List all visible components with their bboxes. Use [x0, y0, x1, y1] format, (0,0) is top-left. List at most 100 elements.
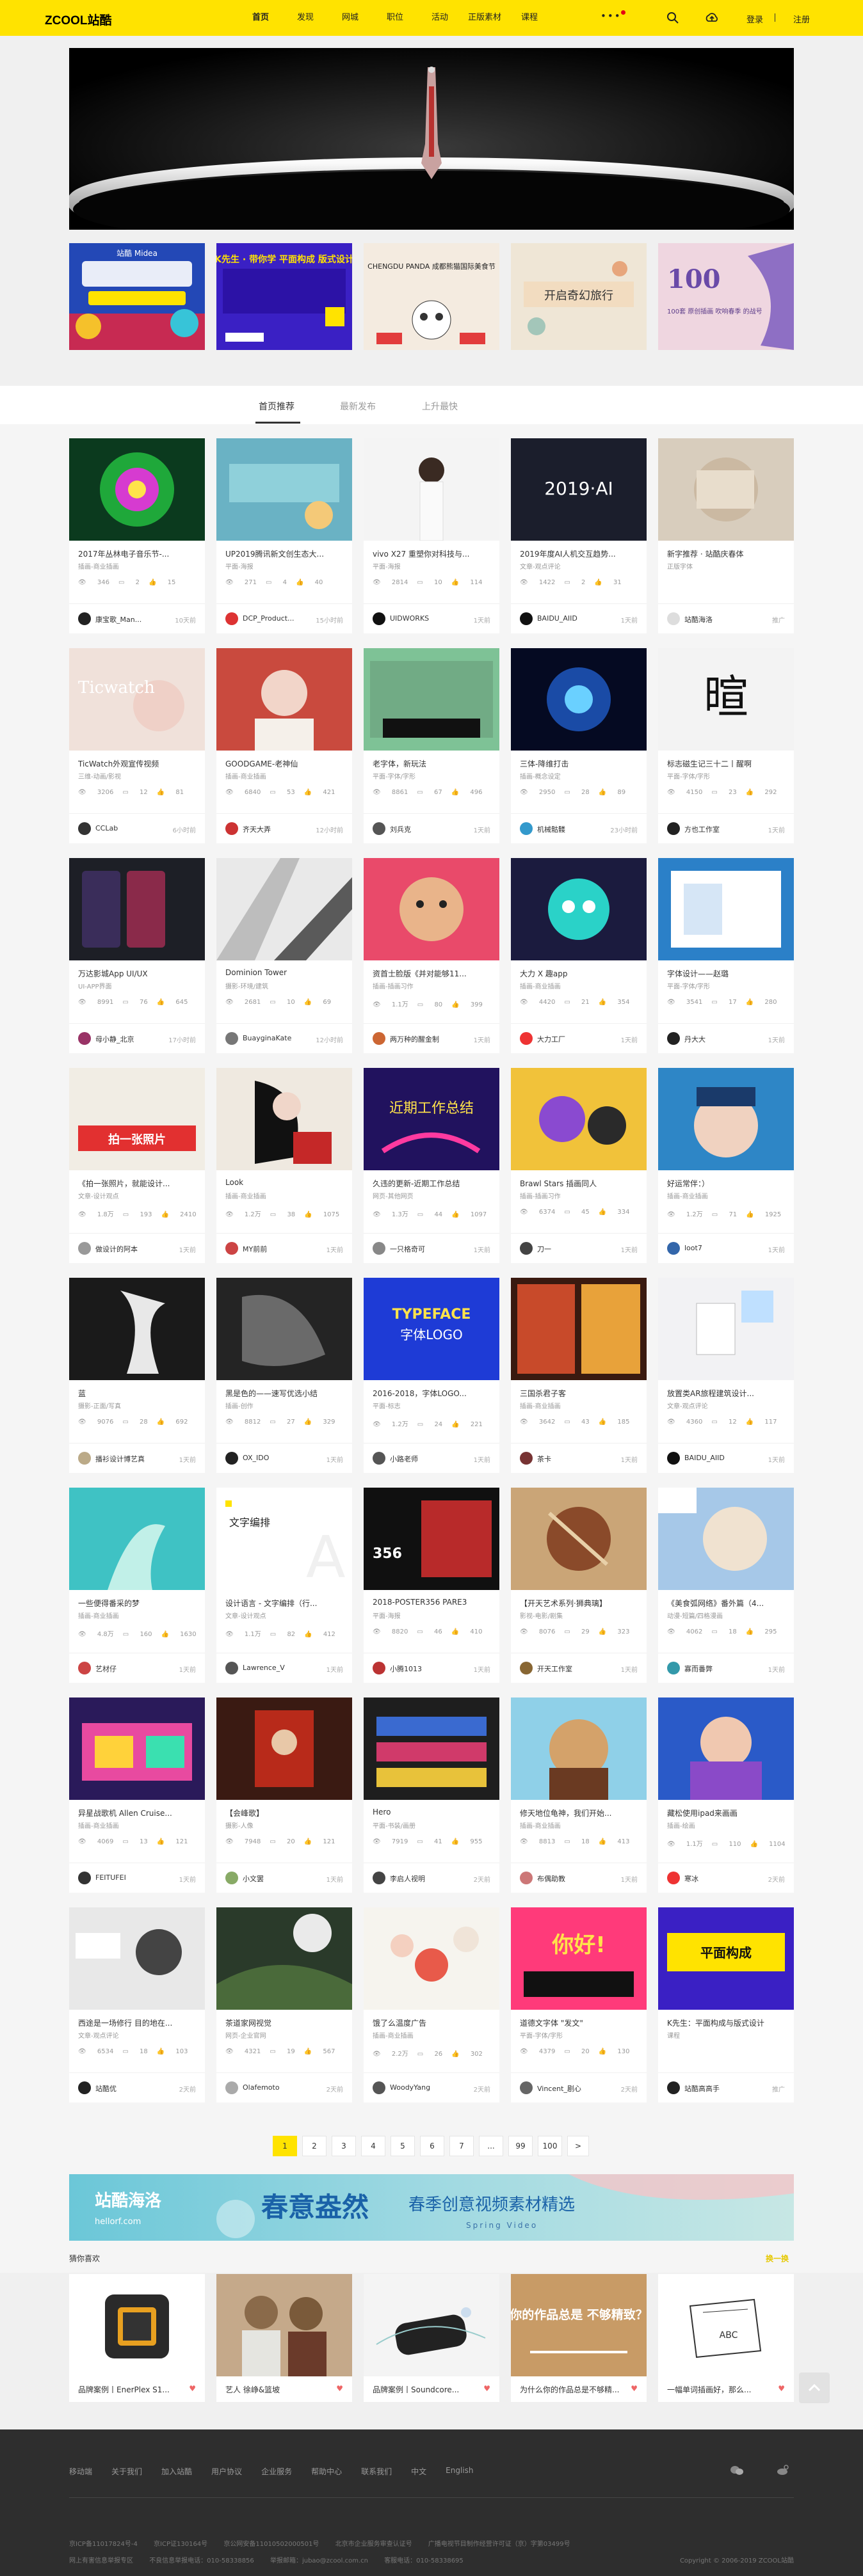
author-name[interactable]: MY前前 [243, 1244, 267, 1254]
avatar[interactable] [78, 2081, 91, 2094]
card-thumbnail[interactable]: 拍一张照片 [69, 1068, 205, 1170]
heart-icon[interactable]: ♥ [631, 2384, 638, 2393]
avatar[interactable] [520, 1452, 533, 1465]
card-title[interactable]: Hero [373, 1808, 493, 1817]
footer-link[interactable]: 移动端 [69, 2466, 92, 2477]
card-title[interactable]: 饿了么温度广告 [373, 2017, 493, 2028]
card-title[interactable]: 久违的更新-近期工作总结 [373, 1178, 493, 1189]
author-name[interactable]: 茶卡 [537, 1454, 551, 1464]
avatar[interactable] [667, 1242, 680, 1255]
avatar[interactable] [225, 822, 238, 835]
avatar[interactable] [520, 822, 533, 835]
avatar[interactable] [78, 1242, 91, 1255]
card-title[interactable]: 【会峰歌】 [225, 1808, 346, 1818]
promo-banner-midea[interactable]: 站酷 Midea [69, 243, 205, 350]
page-button[interactable]: 5 [391, 2136, 415, 2156]
work-card[interactable]: 356 2018-POSTER356 PARE3 平面-海报 👁 8820 ▭ 46 👍 … [364, 1488, 499, 1683]
avatar[interactable] [373, 1872, 385, 1884]
guess-card[interactable]: 品牌案例丨Soundcore... ♥ [364, 2274, 499, 2402]
legal-item[interactable]: 京ICP备11017824号-4 [69, 2541, 138, 2548]
author-name[interactable]: BAIDU_AIID [537, 614, 577, 623]
card-thumbnail[interactable] [364, 858, 499, 960]
author-name[interactable]: 站酷高高手 [684, 2083, 720, 2094]
work-card[interactable]: 万达影城App UI/UX UI-APP界面 👁 8991 ▭ 76 👍 645 母小静_… [69, 858, 205, 1053]
avatar[interactable] [78, 1662, 91, 1674]
avatar[interactable] [373, 2081, 385, 2094]
work-card[interactable]: UP2019腾讯新文创生态大... 平面-海报 👁 271 ▭ 4 👍 40 DCP_Pr… [216, 438, 352, 633]
promo-banner-illustration[interactable]: 100 100套 原创插画 吹响春季 的战号 [658, 243, 794, 350]
work-card[interactable]: 放置类AR旅程建筑设计... 文章-观点评论 👁 4360 ▭ 12 👍 117 BAID… [658, 1278, 794, 1473]
card-thumbnail[interactable]: 356 [364, 1488, 499, 1590]
page-button[interactable]: 99 [508, 2136, 533, 2156]
card-title[interactable]: 茶道家网视觉 [225, 2017, 346, 2028]
work-card[interactable]: GOODGAME-老神仙 插画-商业插画 👁 6840 ▭ 53 👍 421 齐天大弄 12… [216, 648, 352, 843]
legal-item[interactable]: 网上有害信息举报专区 [69, 2557, 133, 2564]
page-button[interactable]: 4 [361, 2136, 385, 2156]
author-name[interactable]: 母小静_北京 [95, 1034, 134, 1044]
card-thumbnail[interactable] [511, 1697, 647, 1800]
guess-card[interactable]: 品牌案例丨EnerPlex S1... ♥ [69, 2274, 205, 2402]
avatar[interactable] [520, 1032, 533, 1045]
avatar[interactable] [373, 1242, 385, 1255]
card-thumbnail[interactable] [658, 438, 794, 541]
work-card[interactable]: 茶道家网视觉 网页-企业官网 👁 4321 ▭ 19 👍 567 Olafemoto 2天前 [216, 1907, 352, 2103]
avatar[interactable] [225, 612, 238, 625]
author-name[interactable]: 播衫设计博艺真 [95, 1454, 145, 1464]
author-name[interactable]: 方也工作室 [684, 824, 720, 834]
work-card[interactable]: Dominion Tower 摄影-环境/建筑 👁 2681 ▭ 10 👍 69 Buay… [216, 858, 352, 1053]
card-title[interactable]: Brawl Stars 插画同人 [520, 1178, 640, 1189]
author-name[interactable]: 小路老师 [390, 1454, 418, 1464]
author-name[interactable]: 站酷优 [95, 2083, 117, 2094]
card-thumbnail[interactable] [216, 438, 352, 541]
card-thumbnail[interactable] [364, 438, 499, 541]
card-title[interactable]: 修天地位龟神，我们开始... [520, 1808, 640, 1818]
author-name[interactable]: 小文罢 [243, 1873, 264, 1884]
footer-link[interactable]: 中文 [411, 2466, 426, 2477]
page-button[interactable]: 6 [420, 2136, 444, 2156]
more-menu-button[interactable]: ••• [601, 10, 625, 22]
card-title[interactable]: Dominion Tower [225, 968, 346, 977]
search-icon[interactable] [666, 11, 680, 25]
avatar[interactable] [225, 1452, 238, 1465]
avatar[interactable] [520, 612, 533, 625]
card-title[interactable]: 2019年度AI人机交互趋势... [520, 548, 640, 559]
hellorf-ad-banner[interactable]: 站酷海洛 hellorf.com 春意盎然 春季创意视频素材精选 Spring … [69, 2174, 794, 2241]
author-name[interactable]: DCP_Product... [243, 614, 294, 623]
work-card[interactable]: 三体-降维打击 插画-概念设定 👁 2950 ▭ 28 👍 89 机械骷髅 23小时前 [511, 648, 647, 843]
card-title[interactable]: 《美食弧网络》番外篇（4... [667, 1598, 787, 1609]
card-thumbnail[interactable] [511, 1068, 647, 1170]
work-card[interactable]: 2017年丛林电子音乐节-... 插画-商业插画 👁 346 ▭ 2 👍 15 康宝歌_M… [69, 438, 205, 633]
footer-link[interactable]: 加入站酷 [161, 2466, 192, 2477]
card-title[interactable]: 西途是一场修行 目的地在... [78, 2017, 198, 2028]
legal-item[interactable]: 京公网安备11010502000501号 [223, 2541, 319, 2548]
author-name[interactable]: UIDWORKS [390, 614, 429, 623]
nav-discover[interactable]: 发现 [283, 0, 328, 36]
card-thumbnail[interactable] [69, 438, 205, 541]
work-card[interactable]: 拍一张照片 《拍一张照片，就能设计... 文章-设计观点 👁 1.8万 ▭ 193 👍 2… [69, 1068, 205, 1263]
page-button[interactable]: 3 [332, 2136, 356, 2156]
guess-card[interactable]: ABC 一幅单词插画好，那么... ♥ [658, 2274, 794, 2402]
work-card[interactable]: 近期工作总结 久违的更新-近期工作总结 网页-其他网页 👁 1.3万 ▭ 44 👍 109… [364, 1068, 499, 1263]
avatar[interactable] [667, 1872, 680, 1884]
work-card[interactable]: 好运常伴：） 插画-商业插画 👁 1.2万 ▭ 71 👍 1925 loot7 1天前 [658, 1068, 794, 1263]
card-thumbnail[interactable] [658, 1278, 794, 1380]
page-button[interactable]: 100 [538, 2136, 562, 2156]
avatar[interactable] [667, 1452, 680, 1465]
card-title[interactable]: 新字推荐 · 站酷庆春体 [667, 548, 787, 559]
work-card[interactable]: 三国杀君子客 插画-商业插画 👁 3642 ▭ 43 👍 185 茶卡 1天前 [511, 1278, 647, 1473]
card-thumbnail[interactable] [69, 858, 205, 960]
page-button[interactable]: 1 [273, 2136, 297, 2156]
avatar[interactable] [373, 822, 385, 835]
work-card[interactable]: 蓝摄影-正面/写真 👁 9076 ▭ 28 👍 692 播衫设计博艺真 1天前 [69, 1278, 205, 1473]
author-name[interactable]: Olafemoto [243, 2083, 280, 2092]
author-name[interactable]: 做设计的阿本 [95, 1244, 138, 1254]
card-title[interactable]: 资首士脸版《并对能够11... [373, 968, 493, 979]
weibo-icon[interactable] [776, 2465, 790, 2476]
nav-stock[interactable]: 正版素材 [462, 0, 507, 36]
upload-icon[interactable] [705, 11, 719, 25]
avatar[interactable] [373, 1032, 385, 1045]
card-title[interactable]: 2016-2018，字体LOGO... [373, 1388, 493, 1399]
author-name[interactable]: Vincent_剧心 [537, 2083, 581, 2094]
card-title[interactable]: 老字体，新玩法 [373, 758, 493, 769]
card-thumbnail[interactable]: 暄 [658, 648, 794, 751]
